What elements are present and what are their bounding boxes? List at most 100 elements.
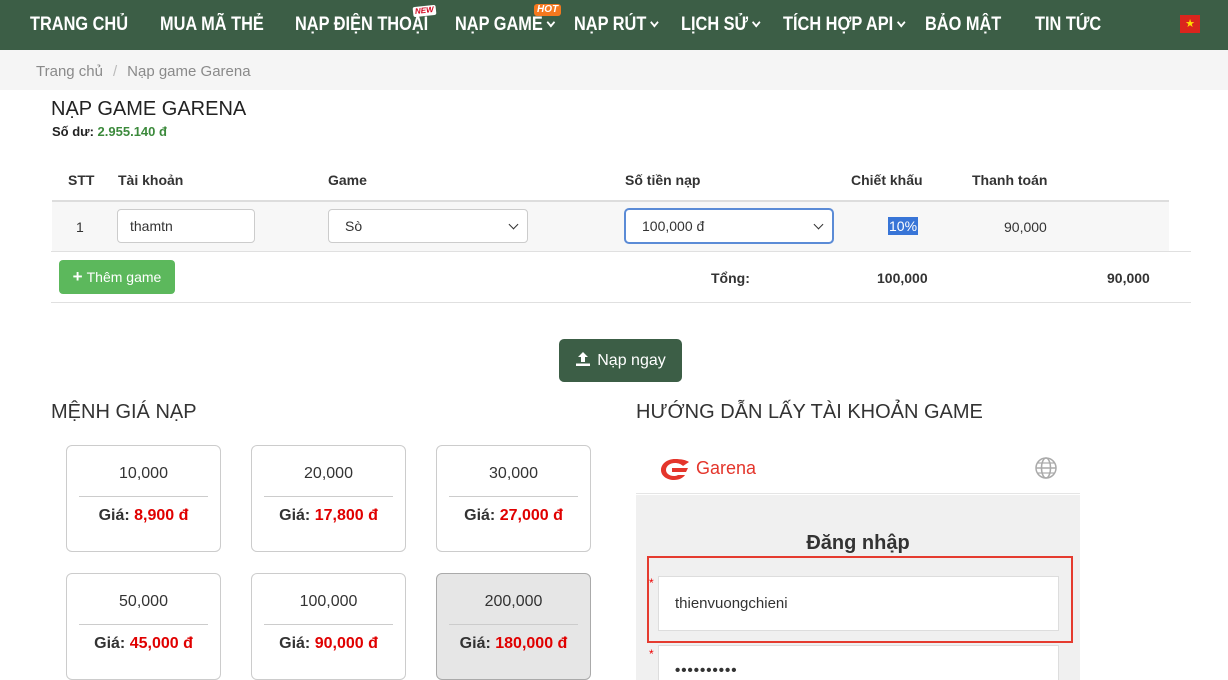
price-label: Giá: xyxy=(279,635,311,652)
card-price: Giá: 17,800 đ xyxy=(252,507,405,525)
denomination-card[interactable]: 10,000 Giá: 8,900 đ xyxy=(66,445,221,552)
card-divider xyxy=(449,496,578,497)
required-mark: * xyxy=(649,576,654,590)
col-header-game: Game xyxy=(328,172,367,188)
nav-item-deposit-withdraw[interactable]: NẠP RÚT xyxy=(574,0,659,50)
card-divider xyxy=(79,496,208,497)
vietnam-flag-icon[interactable]: ★ xyxy=(1180,15,1200,33)
divider xyxy=(51,251,1191,252)
col-header-amount: Số tiền nạp xyxy=(625,172,701,188)
plus-icon: + xyxy=(72,267,83,286)
price-label: Giá: xyxy=(98,507,130,524)
nav-item-home[interactable]: TRANG CHỦ xyxy=(30,0,128,50)
page-title: NẠP GAME GARENA xyxy=(51,98,247,120)
add-game-button[interactable]: + Thêm game xyxy=(59,260,175,294)
total-label: Tổng: xyxy=(711,270,750,286)
denomination-card[interactable]: 50,000 Giá: 45,000 đ xyxy=(66,573,221,680)
breadcrumb: Trang chủ / Nạp game Garena xyxy=(0,50,1228,90)
amount-select[interactable]: 100,000 đ xyxy=(625,209,833,243)
nav-label: LỊCH SỬ xyxy=(681,14,749,35)
total-amount: 100,000 xyxy=(877,270,928,286)
balance: Số dư: 2.955.140 đ xyxy=(52,124,167,139)
card-value: 30,000 xyxy=(489,465,538,482)
hot-badge: HOT xyxy=(534,4,562,16)
payment-value: 90,000 xyxy=(1004,219,1047,235)
price-value: 27,000 đ xyxy=(499,507,563,524)
nav-label: NẠP GAME xyxy=(455,14,543,35)
breadcrumb-separator: / xyxy=(112,63,118,80)
row-stt: 1 xyxy=(76,219,84,235)
price-value: 8,900 đ xyxy=(134,507,189,524)
login-title: Đăng nhập xyxy=(806,532,910,554)
game-select[interactable]: Sò xyxy=(328,209,528,243)
amount-select-value: 100,000 đ xyxy=(642,218,705,234)
nav-label: NẠP RÚT xyxy=(574,14,647,35)
chevron-down-icon xyxy=(650,17,659,28)
card-price: Giá: 180,000 đ xyxy=(437,635,590,653)
password-field: •••••••••• xyxy=(658,645,1059,680)
nav-item-security[interactable]: BẢO MẬT xyxy=(925,0,1001,50)
nav-label: MUA MÃ THẺ xyxy=(160,14,264,35)
denominations-title: MỆNH GIÁ NẠP xyxy=(51,401,197,423)
card-value: 20,000 xyxy=(304,465,353,482)
price-label: Giá: xyxy=(94,635,126,652)
denomination-card[interactable]: 100,000 Giá: 90,000 đ xyxy=(251,573,406,680)
balance-label: Số dư: xyxy=(52,124,94,139)
nav-label: BẢO MẬT xyxy=(925,14,1002,35)
price-label: Giá: xyxy=(459,635,491,652)
denomination-card[interactable]: 30,000 Giá: 27,000 đ xyxy=(436,445,591,552)
price-value: 180,000 đ xyxy=(495,635,568,652)
nav-item-news[interactable]: TIN TỨC xyxy=(1035,0,1101,50)
garena-header: Garena xyxy=(636,442,1080,494)
new-badge: NEW xyxy=(412,4,437,18)
nav-item-buy-card[interactable]: MUA MÃ THẺ xyxy=(160,0,264,50)
divider xyxy=(51,302,1191,303)
price-label: Giá: xyxy=(279,507,311,524)
discount-value: 10% xyxy=(888,217,919,235)
card-divider xyxy=(449,624,578,625)
card-divider xyxy=(79,624,208,625)
add-game-label: Thêm game xyxy=(86,269,162,285)
card-value: 50,000 xyxy=(119,593,168,610)
submit-button[interactable]: Nạp ngay xyxy=(559,339,682,382)
breadcrumb-current: Nạp game Garena xyxy=(127,63,251,80)
nav-label: NẠP ĐIỆN THOẠI xyxy=(295,14,429,35)
card-price: Giá: 45,000 đ xyxy=(67,635,220,653)
chevron-down-icon xyxy=(752,17,761,28)
card-value: 200,000 xyxy=(484,593,543,610)
chevron-down-icon xyxy=(546,17,556,28)
chevron-down-icon xyxy=(508,219,519,230)
chevron-down-icon xyxy=(897,17,906,28)
nav-label: TÍCH HỢP API xyxy=(783,14,894,35)
denomination-card-selected[interactable]: 200,000 Giá: 180,000 đ xyxy=(436,573,591,680)
flag-star: ★ xyxy=(1185,17,1195,30)
nav-label: TRANG CHỦ xyxy=(30,14,129,35)
garena-brand: Garena xyxy=(696,458,757,478)
globe-icon xyxy=(1035,457,1057,479)
col-header-account: Tài khoản xyxy=(118,172,184,188)
col-header-discount: Chiết khấu xyxy=(851,172,923,188)
denomination-card[interactable]: 20,000 Giá: 17,800 đ xyxy=(251,445,406,552)
breadcrumb-home[interactable]: Trang chủ xyxy=(36,63,103,80)
chevron-down-icon xyxy=(813,219,824,230)
nav-label: TIN TỨC xyxy=(1035,14,1102,35)
nav-item-phone-topup[interactable]: NẠP ĐIỆN THOẠI xyxy=(295,0,428,50)
card-price: Giá: 90,000 đ xyxy=(252,635,405,653)
card-price: Giá: 27,000 đ xyxy=(437,507,590,525)
total-payment: 90,000 xyxy=(1107,270,1150,286)
col-header-payment: Thanh toán xyxy=(972,172,1048,188)
top-navbar: TRANG CHỦ MUA MÃ THẺ NẠP ĐIỆN THOẠI NEW … xyxy=(0,0,1228,50)
price-value: 45,000 đ xyxy=(129,635,193,652)
card-value: 100,000 xyxy=(299,593,358,610)
card-price: Giá: 8,900 đ xyxy=(67,507,220,525)
game-select-value: Sò xyxy=(345,218,363,234)
upload-icon xyxy=(576,351,591,366)
garena-logo-icon xyxy=(661,459,689,480)
account-input[interactable]: thamtn xyxy=(117,209,255,243)
required-mark: * xyxy=(649,647,654,661)
nav-item-api[interactable]: TÍCH HỢP API xyxy=(783,0,906,50)
price-value: 90,000 đ xyxy=(314,635,378,652)
nav-item-history[interactable]: LỊCH SỬ xyxy=(681,0,761,50)
username-field: thienvuongchieni xyxy=(658,576,1059,631)
balance-value: 2.955.140 đ xyxy=(97,124,167,139)
